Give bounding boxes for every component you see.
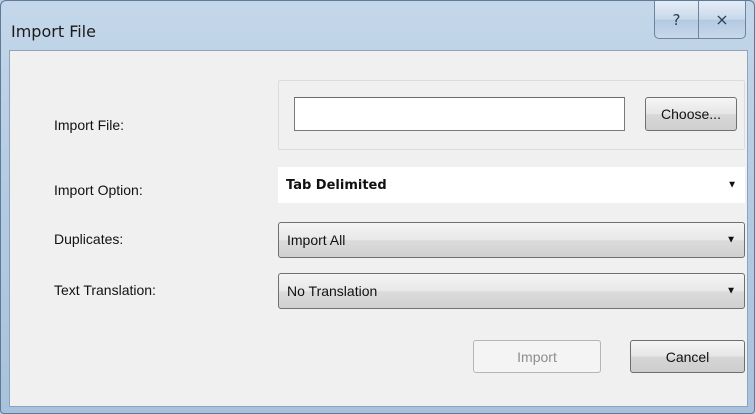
import-option-select[interactable]: Tab Delimited ▼: [278, 167, 745, 203]
dialog-title: Import File: [11, 22, 96, 41]
import-option-value: Tab Delimited: [286, 177, 387, 193]
close-icon: ⨯: [715, 10, 729, 29]
dialog-window: ? ⨯ Import File Import File: Choose... I…: [0, 0, 755, 414]
import-file-label: Import File:: [54, 117, 125, 133]
dropdown-arrow-icon: ▼: [727, 179, 737, 191]
import-file-input[interactable]: [294, 97, 625, 131]
import-button[interactable]: Import: [473, 340, 601, 373]
import-option-label: Import Option:: [54, 182, 143, 198]
text-translation-value: No Translation: [287, 283, 378, 299]
cancel-button[interactable]: Cancel: [630, 340, 745, 373]
text-translation-label: Text Translation:: [54, 282, 156, 298]
duplicates-value: Import All: [287, 232, 346, 248]
text-translation-select[interactable]: No Translation ▼: [278, 273, 745, 309]
dropdown-arrow-icon: ▼: [726, 285, 736, 297]
choose-button[interactable]: Choose...: [645, 97, 737, 131]
duplicates-label: Duplicates:: [54, 231, 124, 247]
close-button[interactable]: ⨯: [698, 1, 746, 39]
help-button[interactable]: ?: [654, 1, 698, 39]
dropdown-arrow-icon: ▼: [726, 234, 736, 246]
dialog-body: Import File: Choose... Import Option: Ta…: [9, 50, 748, 407]
help-icon: ?: [672, 10, 681, 29]
file-picker-group: Choose...: [278, 80, 745, 150]
duplicates-select[interactable]: Import All ▼: [278, 222, 745, 258]
